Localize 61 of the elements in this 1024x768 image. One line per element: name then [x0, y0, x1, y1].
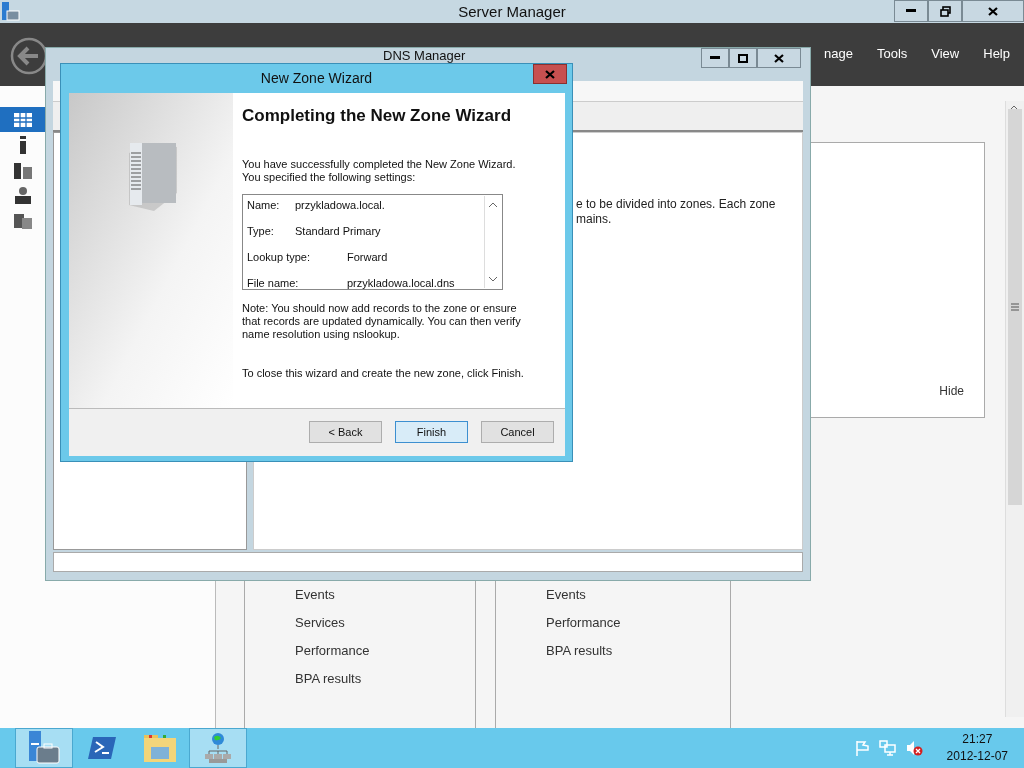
minimize-icon — [710, 56, 720, 60]
folder-icon — [143, 733, 177, 763]
menu-item[interactable]: View — [931, 46, 960, 61]
setting-value: przykladowa.local. — [295, 199, 385, 211]
menu-item[interactable]: Help — [983, 46, 1010, 61]
tile-link[interactable]: Events — [295, 586, 475, 604]
close-icon — [545, 69, 555, 79]
close-icon — [988, 6, 998, 16]
close-button[interactable] — [962, 0, 1024, 22]
setting-value: Standard Primary — [295, 225, 381, 237]
tile-link[interactable]: Performance — [295, 642, 475, 660]
server-toolbox-icon — [27, 731, 61, 765]
dialog-title: New Zone Wizard — [260, 70, 373, 86]
dashboard-icon — [14, 110, 32, 129]
tile-link[interactable]: Performance — [546, 614, 730, 632]
menu-item[interactable]: Tools — [876, 46, 908, 61]
maximize-button[interactable] — [729, 48, 757, 68]
window-title: DNS Manager — [383, 49, 466, 63]
grip-icon — [1011, 303, 1019, 311]
tile-link[interactable]: Events — [546, 586, 730, 604]
network-globe-icon — [204, 732, 232, 764]
minimize-button[interactable] — [894, 0, 928, 22]
tile-link[interactable]: BPA results — [546, 642, 730, 660]
setting-label: Name: — [247, 199, 281, 211]
restore-button[interactable] — [928, 0, 962, 22]
setting-value: Forward — [347, 251, 388, 263]
setting-label: File name: — [247, 277, 300, 289]
taskbar-app[interactable] — [15, 728, 73, 768]
setting-label: Lookup type: — [247, 251, 311, 263]
back-button[interactable] — [10, 37, 48, 75]
maximize-icon — [738, 53, 748, 63]
server-manager-icon — [2, 2, 20, 22]
window-title: Server Manager — [458, 3, 566, 20]
scroll-up-icon[interactable] — [488, 202, 498, 208]
terminal-icon — [87, 735, 117, 761]
minimize-icon — [906, 9, 916, 13]
roles-icon — [14, 160, 32, 179]
tile-link[interactable]: BPA results — [295, 670, 475, 688]
menu-item[interactable]: nage — [824, 46, 853, 61]
close-icon — [774, 53, 784, 63]
setting-label: Type: — [247, 225, 275, 237]
setting-value: przykladowa.local.dns — [347, 277, 455, 289]
wizard-heading: Completing the New Zone Wizard — [242, 105, 512, 127]
intro-text: You have successfully completed the New Zone Wizard. You specified the following settings: — [242, 158, 517, 184]
restore-icon — [939, 5, 951, 17]
note-text: Note: You should now add records to the zone or ensure that records are updated dynamically. You can then verify name resolution using nslookup. — [242, 302, 522, 341]
description-text: e to be divided into zones. Each zone — [576, 197, 776, 212]
minimize-button[interactable] — [701, 48, 729, 68]
dns-role-icon — [14, 185, 32, 204]
scroll-down-icon[interactable] — [488, 276, 498, 282]
back-button[interactable]: < Back — [309, 421, 382, 443]
closing-text: To close this wizard and create the new zone, click Finish. — [242, 367, 525, 380]
muted-speaker-icon[interactable] — [904, 740, 923, 756]
tile-link[interactable]: Services — [295, 614, 475, 632]
clock-time[interactable]: 21:27 — [962, 731, 993, 748]
finish-button[interactable]: Finish — [395, 421, 468, 443]
hide-link[interactable]: Hide — [939, 384, 964, 398]
close-button[interactable] — [757, 48, 801, 68]
cancel-button[interactable]: Cancel — [481, 421, 554, 443]
description-text: mains. — [576, 212, 612, 227]
clock-date[interactable]: 2012-12-07 — [946, 748, 1008, 765]
